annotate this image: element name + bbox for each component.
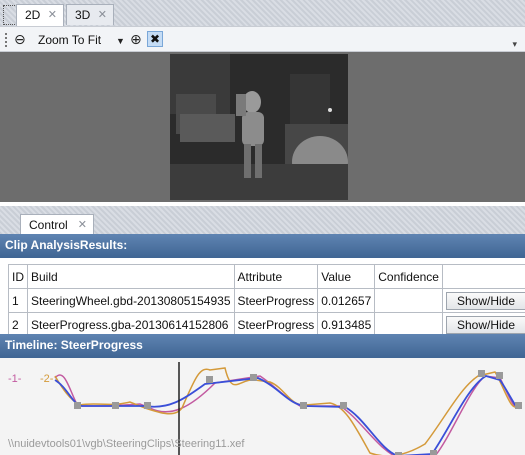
dropdown-arrow-icon[interactable]: ▼ bbox=[116, 33, 125, 49]
tab-control[interactable]: Control ✕ bbox=[20, 214, 94, 235]
cell-confidence bbox=[374, 312, 443, 337]
table-row[interactable]: 1 SteeringWheel.gbd-20130805154935 Steer… bbox=[8, 288, 525, 313]
tab-control-label: Control bbox=[29, 218, 68, 232]
control-tab-strip: Control ✕ bbox=[0, 206, 525, 235]
timeline-view[interactable]: -1- -2- \\nuidevtools01\vgb\SteeringClip… bbox=[0, 358, 525, 455]
keyframe-marker[interactable] bbox=[206, 376, 213, 383]
zoom-in-icon[interactable]: ⊕ bbox=[130, 31, 142, 47]
close-icon[interactable]: ✕ bbox=[48, 8, 57, 21]
cell-action: Show/Hide bbox=[441, 288, 525, 313]
cell-id: 2 bbox=[8, 312, 28, 337]
series-2-label: -2- bbox=[40, 373, 54, 385]
table-header-row: ID Build Attribute Value Confidence bbox=[8, 264, 525, 289]
keyframe-marker[interactable] bbox=[112, 402, 119, 409]
cell-attribute: SteerProgress bbox=[233, 288, 319, 313]
column-header-id[interactable]: ID bbox=[8, 264, 28, 289]
tab-2d-label: 2D bbox=[25, 8, 41, 22]
tab-3d-label: 3D bbox=[75, 8, 91, 22]
column-header-confidence[interactable]: Confidence bbox=[374, 264, 443, 289]
keyframe-marker[interactable] bbox=[478, 370, 485, 377]
cell-build: SteerProgress.gba-20130614152806 bbox=[27, 312, 235, 337]
keyframe-marker[interactable] bbox=[430, 450, 437, 455]
clip-analysis-header: Clip AnalysisResults: bbox=[0, 234, 525, 258]
close-icon[interactable]: ✕ bbox=[98, 8, 107, 21]
zoom-out-icon[interactable]: ⊖ bbox=[14, 31, 26, 47]
cell-id: 1 bbox=[8, 288, 28, 313]
tab-3d[interactable]: 3D ✕ bbox=[66, 4, 114, 25]
viewer-tab-strip: 2D ✕ 3D ✕ bbox=[0, 0, 525, 26]
tab-focus-marker bbox=[3, 5, 17, 25]
cell-confidence bbox=[374, 288, 443, 313]
keyframe-marker[interactable] bbox=[250, 374, 257, 381]
close-icon[interactable]: ✕ bbox=[78, 218, 87, 231]
timeline-header: Timeline: SteerProgress bbox=[0, 334, 525, 358]
column-header-build[interactable]: Build bbox=[27, 264, 235, 289]
overflow-icon[interactable]: ▾ bbox=[512, 39, 517, 50]
series-1-label: -1- bbox=[8, 373, 22, 385]
cell-action: Show/Hide bbox=[441, 312, 525, 337]
viewer-toolbar: ⊖ Zoom To Fit ▼ ⊕ ✖ ▾ bbox=[0, 26, 525, 52]
column-header-attribute[interactable]: Attribute bbox=[233, 264, 319, 289]
toolbar-grip[interactable] bbox=[5, 33, 7, 47]
cell-build: SteeringWheel.gbd-20130805154935 bbox=[27, 288, 235, 313]
show-hide-button[interactable]: Show/Hide bbox=[445, 315, 525, 334]
tab-2d[interactable]: 2D ✕ bbox=[16, 4, 64, 26]
zoom-mode-label[interactable]: Zoom To Fit bbox=[38, 33, 101, 47]
cell-value: 0.913485 bbox=[317, 312, 376, 337]
keyframe-marker[interactable] bbox=[144, 402, 151, 409]
clip-file-path: \\nuidevtools01\vgb\SteeringClips\Steeri… bbox=[8, 438, 245, 450]
depth-camera-image bbox=[170, 54, 348, 200]
viewer-panel: 2D ✕ 3D ✕ ⊖ Zoom To Fit ▼ ⊕ ✖ ▾ bbox=[0, 0, 525, 202]
cell-value: 0.012657 bbox=[317, 288, 376, 313]
keyframe-marker[interactable] bbox=[496, 372, 503, 379]
column-header-value[interactable]: Value bbox=[317, 264, 376, 289]
cell-attribute: SteerProgress bbox=[233, 312, 319, 337]
keyframe-marker[interactable] bbox=[300, 402, 307, 409]
table-row[interactable]: 2 SteerProgress.gba-20130614152806 Steer… bbox=[8, 312, 525, 337]
results-table: ID Build Attribute Value Confidence 1 St… bbox=[8, 264, 525, 337]
fit-icon[interactable]: ✖ bbox=[147, 31, 163, 47]
keyframe-marker[interactable] bbox=[74, 402, 81, 409]
column-header-action bbox=[441, 264, 525, 289]
keyframe-marker[interactable] bbox=[515, 402, 522, 409]
show-hide-button[interactable]: Show/Hide bbox=[445, 291, 525, 310]
keyframe-marker[interactable] bbox=[340, 402, 347, 409]
image-viewport[interactable] bbox=[0, 52, 525, 202]
